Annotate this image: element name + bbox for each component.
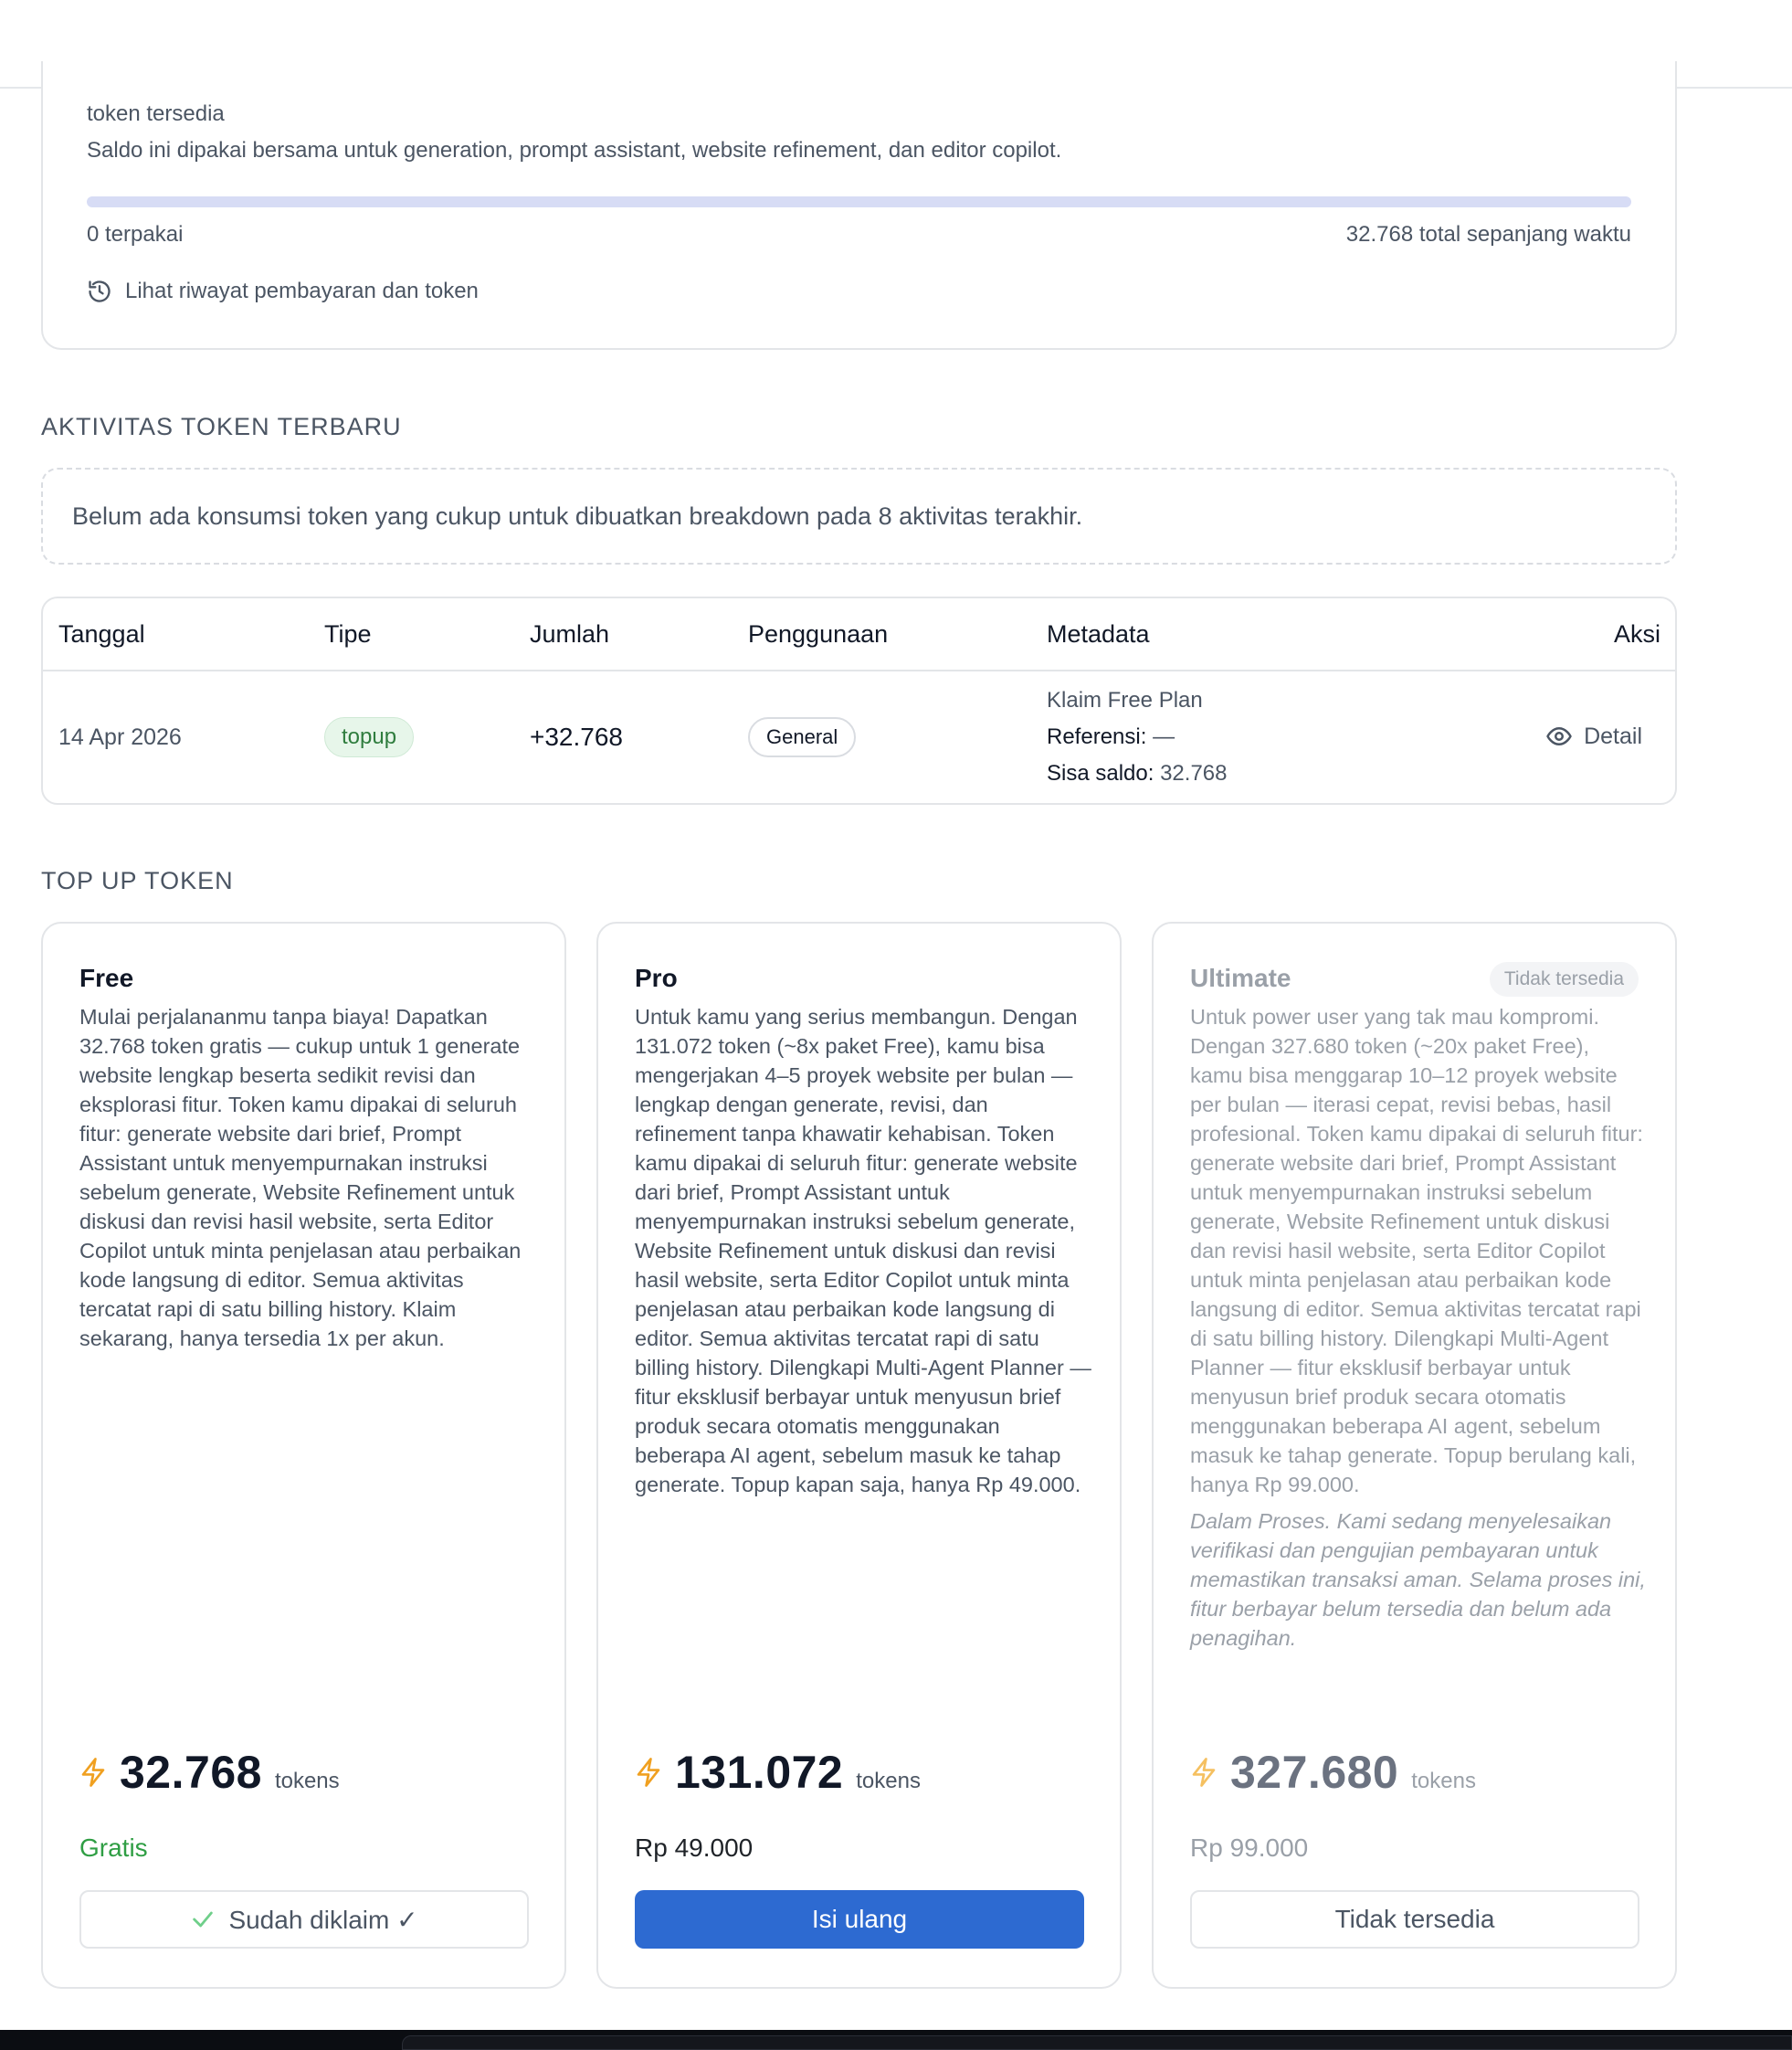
plan-token-amount: 131.072 tokens <box>635 1746 921 1799</box>
meta-balance-label: Sisa saldo: <box>1047 761 1154 786</box>
history-icon <box>89 280 111 302</box>
check-icon <box>193 1911 214 1928</box>
activity-empty-state: Belum ada konsumsi token yang cukup untu… <box>41 468 1677 565</box>
token-count: 327.680 <box>1230 1747 1399 1798</box>
topup-section-title: TOP UP TOKEN <box>41 867 234 894</box>
meta-balance-value: 32.768 <box>1160 761 1228 786</box>
detail-label: Detail <box>1584 723 1642 749</box>
usage-badge: General <box>748 717 857 757</box>
header-action: Aksi <box>1613 620 1660 648</box>
token-balance-card: token tersedia Saldo ini dipakai bersama… <box>41 61 1677 350</box>
payment-history-label: Lihat riwayat pembayaran dan token <box>125 279 479 303</box>
table-header: Tanggal Tipe Jumlah Penggunaan Metadata … <box>43 598 1675 671</box>
header-amount: Jumlah <box>530 620 610 648</box>
plan-description: Untuk power user yang tak mau kompromi. … <box>1190 1005 1643 1496</box>
detail-button[interactable]: Detail <box>1545 723 1642 750</box>
eye-icon <box>1546 727 1572 745</box>
type-badge: topup <box>324 717 415 757</box>
balance-description: Saldo ini dipakai bersama untuk generati… <box>87 138 1062 163</box>
plan-name: Ultimate <box>1190 964 1291 992</box>
row-amount: +32.768 <box>530 723 623 751</box>
used-tokens-text: 0 terpakai <box>87 222 184 247</box>
plan-description: Untuk kamu yang serius membangun. Dengan… <box>635 1005 1091 1496</box>
token-unit: tokens <box>274 1769 340 1793</box>
bottom-dock-bar <box>0 2030 1792 2050</box>
plan-note: Dalam Proses. Kami sedang menyelesaikan … <box>1190 1509 1646 1650</box>
plan-name: Free <box>79 964 134 992</box>
bolt-icon <box>637 1758 660 1787</box>
meta-balance: Sisa saldo: 32.768 <box>1047 761 1227 787</box>
meta-reference-value: — <box>1153 724 1175 749</box>
token-unit: tokens <box>856 1769 921 1793</box>
claimed-button[interactable]: Sudah diklaim ✓ <box>79 1890 529 1949</box>
topup-button[interactable]: Isi ulang <box>635 1890 1084 1949</box>
plan-description: Mulai perjalananmu tanpa biaya! Dapatkan… <box>79 1005 522 1350</box>
activity-section-title: AKTIVITAS TOKEN TERBARU <box>41 413 402 440</box>
plan-price: Rp 49.000 <box>635 1833 754 1862</box>
plan-name: Pro <box>635 964 678 992</box>
header-usage: Penggunaan <box>748 620 889 648</box>
meta-reference: Referensi: — <box>1047 724 1175 750</box>
transactions-table: Tanggal Tipe Jumlah Penggunaan Metadata … <box>41 597 1677 805</box>
plan-price: Gratis <box>79 1833 148 1862</box>
header-metadata: Metadata <box>1047 620 1150 648</box>
plan-token-amount: 327.680 tokens <box>1190 1746 1476 1799</box>
unavailable-button[interactable]: Tidak tersedia <box>1190 1890 1639 1949</box>
plan-price: Rp 99.000 <box>1190 1833 1309 1862</box>
meta-title: Klaim Free Plan <box>1047 688 1203 713</box>
payment-history-link[interactable]: Lihat riwayat pembayaran dan token <box>87 279 479 304</box>
total-tokens-text: 32.768 total sepanjang waktu <box>1345 222 1631 247</box>
plan-card-ultimate: Ultimate Tidak tersedia Untuk power user… <box>1152 922 1677 1989</box>
header-date: Tanggal <box>58 620 145 648</box>
token-count: 131.072 <box>675 1747 844 1798</box>
plan-card-pro: Pro Untuk kamu yang serius membangun. De… <box>596 922 1122 1989</box>
token-count: 32.768 <box>120 1747 262 1798</box>
balance-label: token tersedia <box>87 101 225 126</box>
usage-progress-bar <box>87 196 1631 207</box>
row-date: 14 Apr 2026 <box>58 724 182 750</box>
plan-description-block: Untuk power user yang tak mau kompromi. … <box>1190 1002 1647 1653</box>
bottom-panel-tab <box>402 2035 1792 2050</box>
header-type: Tipe <box>324 620 372 648</box>
meta-reference-label: Referensi: <box>1047 724 1147 749</box>
bolt-icon <box>81 1758 105 1787</box>
unavailable-badge: Tidak tersedia <box>1489 962 1639 997</box>
plan-card-free: Free Mulai perjalananmu tanpa biaya! Dap… <box>41 922 566 1989</box>
plan-token-amount: 32.768 tokens <box>79 1746 340 1799</box>
token-unit: tokens <box>1411 1769 1476 1793</box>
bolt-icon <box>1192 1758 1216 1787</box>
claimed-button-label: Sudah diklaim ✓ <box>228 1905 418 1934</box>
